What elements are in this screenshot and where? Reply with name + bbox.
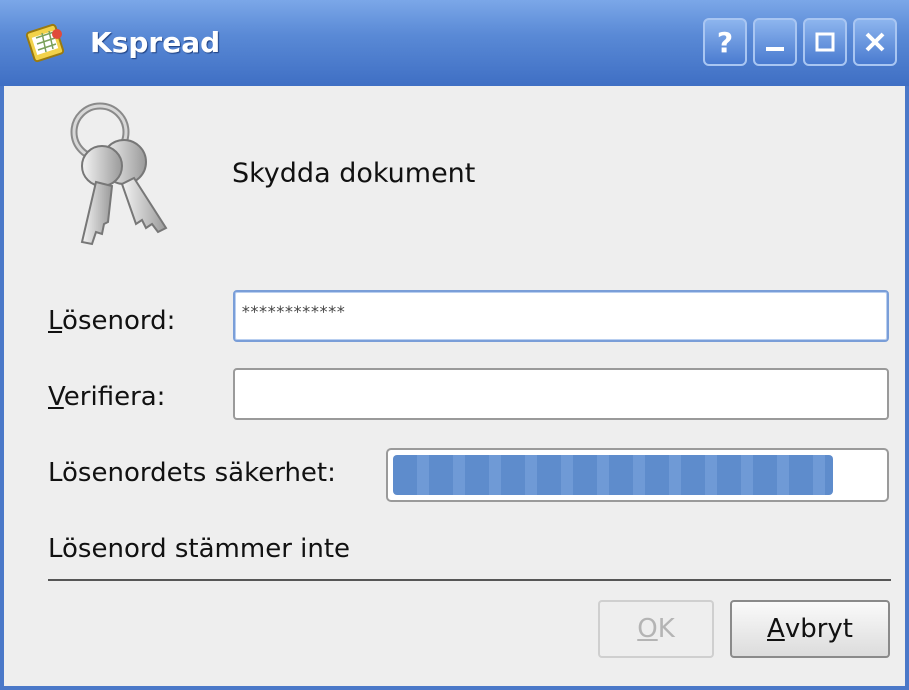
password-value: ************ (241, 302, 346, 321)
cancel-button-label: vbryt (784, 614, 853, 644)
verify-label: Verifiera: (48, 382, 165, 412)
maximize-icon (815, 32, 835, 52)
cancel-button-accel: A (767, 614, 785, 644)
verify-input[interactable] (233, 368, 889, 420)
password-label-text: ösenord: (62, 306, 176, 336)
strength-label: Lösenordets säkerhet: (48, 458, 336, 488)
password-input[interactable]: ************ (233, 290, 889, 342)
window-title: Kspread (90, 26, 221, 59)
cancel-button[interactable]: Avbryt (730, 600, 890, 658)
verify-label-accel: V (48, 382, 64, 412)
password-strength-bar (386, 448, 889, 502)
password-label: Lösenord: (48, 306, 175, 336)
help-button[interactable]: ? (703, 18, 747, 66)
ok-button[interactable]: OK (598, 600, 714, 658)
close-icon (865, 32, 885, 52)
help-icon: ? (716, 25, 734, 59)
keys-icon (70, 102, 168, 246)
dialog-heading: Skydda dokument (232, 158, 476, 189)
separator (48, 579, 891, 581)
minimize-button[interactable] (753, 18, 797, 66)
minimize-icon (766, 47, 784, 51)
ok-button-label: K (657, 614, 675, 644)
password-label-accel: L (48, 306, 63, 336)
verify-label-text: erifiera: (63, 382, 166, 412)
password-strength-fill (393, 455, 833, 495)
titlebar[interactable]: Kspread ? (0, 0, 909, 86)
maximize-button[interactable] (803, 18, 847, 66)
password-mismatch-status: Lösenord stämmer inte (48, 534, 351, 564)
ok-button-accel: O (637, 614, 658, 644)
dialog-content: Skydda dokument Lösenord: ************ V… (4, 86, 905, 686)
kspread-app-icon (25, 23, 65, 63)
dialog-window: Kspread ? Skydda dokument Lösenord: ****… (0, 0, 909, 690)
close-button[interactable] (853, 18, 897, 66)
